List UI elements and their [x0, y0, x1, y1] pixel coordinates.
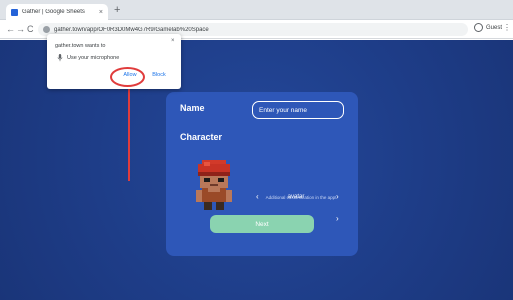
tab-close-icon[interactable]: ×: [99, 9, 103, 16]
annotation-arrow-shaft: [128, 75, 130, 181]
tab-title: Gather | Google Sheets: [22, 9, 85, 15]
forward-arrow-icon[interactable]: →: [16, 23, 25, 35]
site-info-icon[interactable]: [43, 26, 50, 33]
popup-title: gather.town wants to: [55, 43, 106, 49]
guest-avatar-icon: [474, 23, 483, 32]
character-setup-card: Name Character ‹ avatar › ‹ clothing › A…: [166, 92, 358, 256]
gather-favicon-icon: [11, 8, 18, 16]
customization-hint: Additional customization in the app!: [265, 195, 337, 200]
next-button[interactable]: Next: [210, 215, 314, 233]
clothing-next-button[interactable]: ›: [336, 214, 339, 223]
browser-tab[interactable]: Gather | Google Sheets ×: [6, 4, 108, 20]
name-label: Name: [180, 103, 205, 113]
permission-text: Use your microphone: [67, 55, 120, 61]
name-input[interactable]: [252, 101, 344, 119]
tab-bar: Gather | Google Sheets × +: [0, 0, 513, 20]
back-arrow-icon[interactable]: ←: [6, 23, 15, 35]
block-button[interactable]: Block: [148, 70, 170, 80]
annotation-circle: [110, 67, 145, 87]
profile-button[interactable]: Guest: [474, 23, 502, 32]
character-label: Character: [180, 132, 223, 142]
reload-icon[interactable]: C: [27, 23, 34, 35]
browser-menu-icon[interactable]: ⋮: [503, 23, 511, 32]
url-text: gather.town/app/OF0R3D0Mw4G7R9/Gamelab%2…: [54, 26, 209, 33]
character-avatar-icon: [196, 160, 232, 210]
new-tab-button[interactable]: +: [114, 5, 120, 16]
popup-close-icon[interactable]: ×: [171, 38, 175, 44]
profile-label: Guest: [486, 24, 503, 31]
microphone-icon: [57, 54, 63, 62]
next-button-label: Next: [255, 220, 269, 228]
